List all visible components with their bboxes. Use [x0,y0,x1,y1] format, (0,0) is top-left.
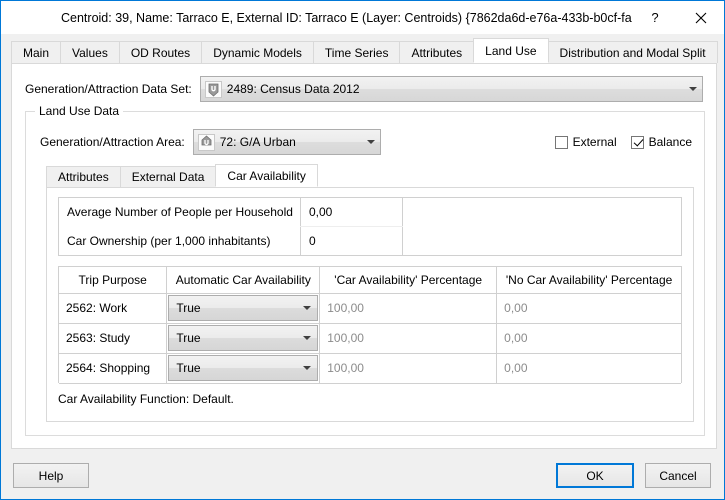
tab-label: Dynamic Models [213,46,302,60]
checkbox-box [555,136,568,149]
area-icon [198,134,215,151]
title-bar: Centroid: 39, Name: Tarraco E, External … [1,1,724,34]
tab-od-routes[interactable]: OD Routes [119,41,202,63]
combo-value: True [176,301,200,315]
cell-no-car-percentage: 0,00 [497,293,681,323]
auto-car-availability-combo[interactable]: True [168,355,318,381]
close-button[interactable] [678,2,724,34]
groupbox-title: Land Use Data [35,104,123,118]
tab-main[interactable]: Main [11,41,61,63]
auto-car-availability-combo[interactable]: True [168,325,318,351]
combo-value: True [176,361,200,375]
column-header-no-car-availability-percentage[interactable]: 'No Car Availability' Percentage [497,267,681,293]
tab-label: Attributes [411,46,462,60]
table-row: Average Number of People per Household 0… [59,198,682,227]
tab-label: Main [23,46,49,60]
column-header-automatic-car-availability[interactable]: Automatic Car Availability [167,267,320,293]
cell-trip-purpose[interactable]: 2562: Work [59,293,167,323]
tab-label: Time Series [325,46,389,60]
inner-tab-external-data[interactable]: External Data [120,166,217,187]
table-row: 2564: Shopping True 100,00 0,00 [59,353,681,383]
tab-distribution-modal-split[interactable]: Distribution and Modal Split [548,41,718,63]
inner-tab-label: Attributes [58,170,109,184]
tab-dynamic-models[interactable]: Dynamic Models [201,41,314,63]
chevron-down-icon [297,366,317,370]
tab-label: Distribution and Modal Split [560,46,706,60]
ok-button[interactable]: OK [556,463,634,488]
combo-value: True [176,331,200,345]
main-tab-strip: Main Values OD Routes Dynamic Models Tim… [11,39,715,63]
data-set-icon [205,81,222,98]
land-use-data-groupbox: Land Use Data Generation/Attraction Area… [25,111,705,436]
cell-car-percentage: 100,00 [320,353,497,383]
tab-label: OD Routes [131,46,190,60]
dialog-button-bar: Help OK Cancel [1,451,724,499]
inner-tab-car-availability[interactable]: Car Availability [215,164,317,187]
balance-checkbox-label: Balance [649,135,692,149]
area-label: Generation/Attraction Area: [40,135,185,149]
inner-tab-attributes[interactable]: Attributes [46,166,121,187]
car-availability-page: Average Number of People per Household 0… [46,187,694,422]
table-row: 2563: Study True 100,00 0,00 [59,323,681,353]
car-availability-grid: Trip Purpose Automatic Car Availability … [58,266,682,383]
close-icon [695,12,707,24]
area-options: External Balance [541,135,692,149]
dataset-row: Generation/Attraction Data Set: 2489: Ce… [25,76,703,102]
car-ownership-input[interactable]: 0 [301,227,403,256]
help-button[interactable]: Help [13,463,89,488]
table-row: 2562: Work True 100,00 0,00 [59,293,681,323]
chevron-down-icon [297,336,317,340]
dataset-value: 2489: Census Data 2012 [227,82,360,96]
external-checkbox-label: External [573,135,617,149]
cell-automatic-car-availability[interactable]: True [167,293,320,323]
avg-people-label: Average Number of People per Household [59,198,301,227]
cell-car-percentage: 100,00 [320,293,497,323]
chevron-down-icon [684,87,702,91]
cell-car-percentage: 100,00 [320,323,497,353]
tab-label: Values [72,46,108,60]
tab-land-use[interactable]: Land Use [473,38,548,63]
cell-automatic-car-availability[interactable]: True [167,353,320,383]
avg-people-input[interactable]: 0,00 [301,198,403,227]
chevron-down-icon [297,306,317,310]
column-header-trip-purpose[interactable]: Trip Purpose [59,267,167,293]
household-form-table: Average Number of People per Household 0… [58,197,682,256]
cell-trip-purpose[interactable]: 2564: Shopping [59,353,167,383]
cell-no-car-percentage: 0,00 [497,353,681,383]
table-row: Car Ownership (per 1,000 inhabitants) 0 [59,227,682,256]
car-ownership-label: Car Ownership (per 1,000 inhabitants) [59,227,301,256]
dataset-label: Generation/Attraction Data Set: [25,82,192,96]
dialog-window: Centroid: 39, Name: Tarraco E, External … [0,0,725,500]
question-mark-icon: ? [651,10,658,25]
balance-checkbox[interactable]: Balance [631,135,692,149]
car-availability-function-note: Car Availability Function: Default. [58,392,234,406]
land-use-inner-tab-strip: Attributes External Data Car Availabilit… [46,165,692,187]
auto-car-availability-combo[interactable]: True [168,295,318,321]
land-use-tab-page: Generation/Attraction Data Set: 2489: Ce… [11,63,717,449]
cell-automatic-car-availability[interactable]: True [167,323,320,353]
spacer-cell [403,198,682,227]
area-combo[interactable]: 72: G/A Urban [193,129,381,155]
tab-attributes[interactable]: Attributes [399,41,474,63]
cancel-button[interactable]: Cancel [645,463,711,488]
chevron-down-icon [362,140,380,144]
grid-header-row: Trip Purpose Automatic Car Availability … [59,267,681,293]
cell-trip-purpose[interactable]: 2563: Study [59,323,167,353]
external-checkbox[interactable]: External [555,135,617,149]
inner-tab-label: External Data [132,170,205,184]
tab-label: Land Use [485,44,536,58]
checkbox-box [631,136,644,149]
tab-values[interactable]: Values [60,41,120,63]
tab-time-series[interactable]: Time Series [313,41,401,63]
column-header-car-availability-percentage[interactable]: 'Car Availability' Percentage [320,267,497,293]
window-title: Centroid: 39, Name: Tarraco E, External … [1,11,632,25]
spacer-cell [403,227,682,256]
dataset-combo[interactable]: 2489: Census Data 2012 [200,76,703,102]
area-value: 72: G/A Urban [220,135,296,149]
help-titlebar-button[interactable]: ? [632,2,678,34]
inner-tab-label: Car Availability [227,169,305,183]
cell-no-car-percentage: 0,00 [497,323,681,353]
area-row: Generation/Attraction Area: 72: G/A Urba… [40,129,692,155]
